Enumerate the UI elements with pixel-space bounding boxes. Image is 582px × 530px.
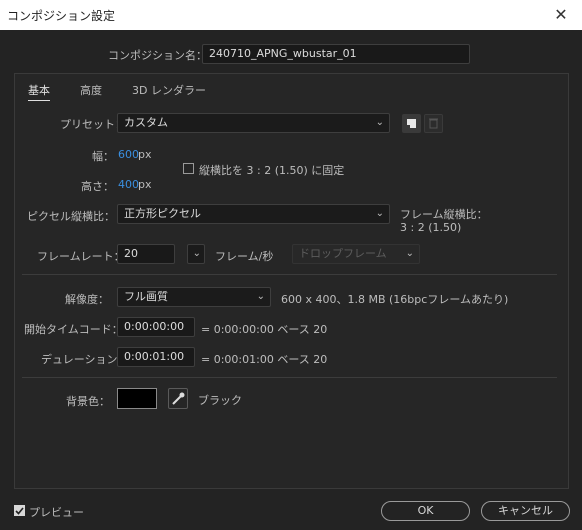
duration-info: = 0:00:01:00 ベース 20 [201, 353, 328, 366]
duration-label: デュレーション： [41, 353, 129, 366]
resolution-label: 解像度： [65, 293, 109, 306]
start-timecode-info: = 0:00:00:00 ベース 20 [201, 323, 328, 336]
resolution-value: フル画質 [124, 290, 168, 303]
tab-advanced[interactable]: 高度 [80, 82, 102, 98]
cancel-button[interactable]: キャンセル [481, 501, 570, 521]
drop-frame-select[interactable]: ドロップフレーム ⌄ [292, 244, 420, 264]
comp-name-label: コンポジション名： [108, 49, 207, 62]
chevron-down-icon: ⌄ [375, 208, 384, 219]
chevron-down-icon: ⌄ [375, 117, 384, 128]
resolution-info: 600 x 400、1.8 MB (16bpcフレームあたり) [281, 293, 509, 306]
divider [22, 274, 557, 275]
frame-rate-unit: フレーム/秒 [215, 250, 274, 263]
close-icon: ✕ [554, 5, 568, 24]
tab-3d-renderer[interactable]: 3D レンダラー [132, 82, 206, 98]
height-value[interactable]: 400 [118, 178, 139, 191]
settings-panel [14, 73, 569, 489]
resolution-select[interactable]: フル画質 ⌄ [117, 287, 271, 307]
start-timecode-label: 開始タイムコード： [24, 323, 123, 336]
preset-select[interactable]: カスタム ⌄ [117, 113, 390, 133]
pixel-aspect-value: 正方形ピクセル [124, 207, 201, 220]
chevron-down-icon: ⌄ [405, 248, 414, 259]
pixel-aspect-label: ピクセル縦横比： [27, 210, 115, 223]
start-timecode-input[interactable]: 0:00:00:00 [117, 317, 195, 337]
width-unit: px [138, 148, 152, 161]
window-title: コンポジション設定 [7, 9, 116, 23]
ok-button[interactable]: OK [381, 501, 470, 521]
frame-rate-label: フレームレート： [37, 250, 125, 263]
frame-aspect-label: フレーム縦横比： [400, 208, 488, 221]
frame-rate-input[interactable]: 20 [117, 244, 175, 264]
height-label: 高さ： [81, 180, 114, 193]
background-color-name: ブラック [198, 394, 242, 407]
lock-aspect-label: 縦横比を 3 : 2 (1.50) に固定 [199, 164, 345, 177]
checkmark-icon [15, 507, 24, 515]
divider [22, 377, 557, 378]
preview-label: プレビュー [29, 506, 84, 519]
drop-frame-value: ドロップフレーム [299, 247, 387, 260]
chevron-down-icon: ⌄ [192, 248, 201, 259]
pixel-aspect-select[interactable]: 正方形ピクセル ⌄ [117, 204, 390, 224]
frame-aspect-value: 3 : 2 (1.50) [400, 221, 462, 234]
preset-value: カスタム [124, 116, 168, 129]
background-color-label: 背景色： [66, 395, 110, 408]
comp-name-input[interactable]: 240710_APNG_wbustar_01 [202, 44, 470, 64]
close-button[interactable]: ✕ [548, 4, 574, 26]
lock-aspect-checkbox[interactable] [183, 163, 194, 174]
delete-preset-button[interactable] [424, 114, 443, 133]
duration-input[interactable]: 0:00:01:00 [117, 347, 195, 367]
preview-checkbox[interactable] [14, 505, 25, 516]
chevron-down-icon: ⌄ [256, 291, 265, 302]
width-label: 幅： [92, 150, 114, 163]
save-preset-icon [407, 119, 416, 128]
save-preset-button[interactable] [402, 114, 421, 133]
trash-icon [429, 118, 438, 129]
eyedropper-button[interactable] [168, 388, 188, 409]
frame-rate-dropdown[interactable]: ⌄ [187, 244, 205, 264]
background-color-swatch[interactable] [117, 388, 157, 409]
height-unit: px [138, 178, 152, 191]
eyedropper-icon [172, 392, 185, 405]
width-value[interactable]: 600 [118, 148, 139, 161]
tab-basic[interactable]: 基本 [28, 82, 50, 101]
